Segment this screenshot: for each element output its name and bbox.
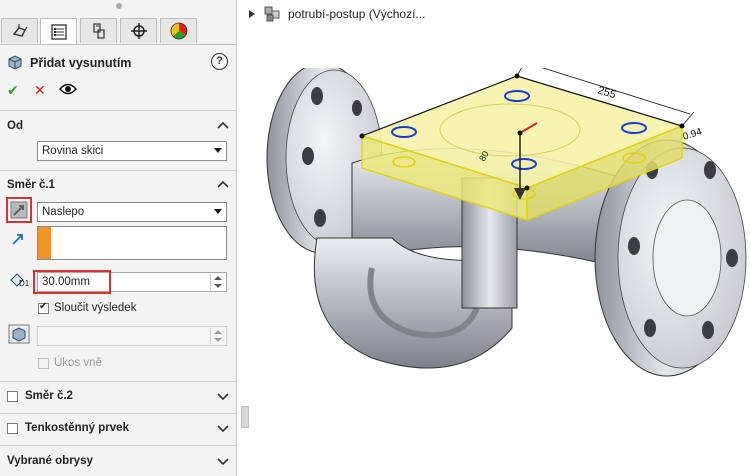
property-manager-panel: Přidat vysunutím ? ✔ ✕ Od Rovina skici S… <box>0 0 237 476</box>
section-direction2-title: Směr č.2 <box>25 390 73 402</box>
chevron-up-icon[interactable] <box>216 119 230 133</box>
direction2-checkbox[interactable] <box>7 391 18 402</box>
depth-label: D1 <box>19 279 30 288</box>
dimension-depth[interactable]: 0.94 <box>682 126 704 143</box>
part-name: potrubí-postup (Výchozí... <box>288 7 426 21</box>
separator <box>0 445 236 446</box>
draft-outward-checkbox[interactable] <box>38 358 49 369</box>
chevron-down-icon[interactable] <box>216 389 230 403</box>
ok-button[interactable]: ✔ <box>7 82 19 98</box>
separator <box>0 381 236 382</box>
reverse-direction-icon[interactable] <box>10 201 28 219</box>
property-manager-icon <box>50 23 67 40</box>
panel-tabs <box>0 18 237 45</box>
selection-color-swatch <box>38 227 51 259</box>
panel-collapse-handle[interactable] <box>241 406 249 428</box>
appearance-pie-icon <box>170 22 187 40</box>
merge-result-checkbox[interactable] <box>38 301 49 314</box>
depth-spinner[interactable] <box>210 274 225 290</box>
feature-title: Přidat vysunutím <box>30 56 132 70</box>
section-from-title: Od <box>7 120 23 132</box>
separator <box>0 170 236 171</box>
help-icon[interactable]: ? <box>211 53 228 70</box>
expand-arrow-icon[interactable] <box>246 8 258 20</box>
dropdown-arrow-icon <box>214 148 222 153</box>
direction-reference-selection-box[interactable] <box>37 226 227 260</box>
tab-dimxpert-manager[interactable] <box>120 18 157 43</box>
extrude-boss-icon <box>8 55 22 70</box>
start-condition-select[interactable]: Rovina skici <box>37 141 227 161</box>
section-selected-contours-title: Vybrané obrysy <box>7 455 93 467</box>
dropdown-arrow-icon <box>214 209 222 214</box>
draft-angle-spinner[interactable] <box>210 328 225 344</box>
feature-header: Přidat vysunutím ? <box>6 52 234 74</box>
section-from-header[interactable]: Od <box>0 117 236 137</box>
end-condition-select[interactable]: Naslepo <box>37 202 227 222</box>
section-direction2-header[interactable]: Směr č.2 <box>0 387 236 407</box>
dimension-width[interactable]: 255 <box>596 84 617 101</box>
draft-angle-input[interactable] <box>37 326 227 346</box>
section-thin-feature-title: Tenkostěnný prvek <box>25 422 129 434</box>
section-direction1-header[interactable]: Směr č.1 <box>0 176 236 196</box>
feature-tree-icon <box>12 24 27 37</box>
3d-model-viewport[interactable]: 255 80 0.94 <box>262 68 750 468</box>
start-condition-value: Rovina skici <box>42 145 104 157</box>
draft-outward-label: Úkos vně <box>54 357 102 369</box>
chevron-down-icon[interactable] <box>216 421 230 435</box>
separator <box>0 110 236 111</box>
preview-eye-icon[interactable] <box>59 82 77 96</box>
thin-feature-checkbox[interactable] <box>7 423 18 434</box>
part-icon <box>264 6 280 22</box>
direction-arrow-icon <box>12 234 23 245</box>
section-thin-feature-header[interactable]: Tenkostěnný prvek <box>0 419 236 439</box>
section-direction1-title: Směr č.1 <box>7 179 55 191</box>
draft-icon[interactable] <box>8 324 30 344</box>
tab-property-manager[interactable] <box>40 18 77 44</box>
depth-highlight <box>33 270 111 294</box>
chevron-up-icon[interactable] <box>216 178 230 192</box>
crosshair-icon <box>130 23 147 39</box>
tab-configuration-manager[interactable] <box>80 18 117 43</box>
merge-result-label: Sloučit výsledek <box>54 302 137 314</box>
section-selected-contours-header[interactable]: Vybrané obrysy <box>0 452 236 472</box>
tab-feature-manager[interactable] <box>1 18 38 43</box>
separator <box>0 413 236 414</box>
chevron-down-icon[interactable] <box>216 454 230 468</box>
tab-display-manager[interactable] <box>160 18 197 43</box>
panel-drag-handle[interactable] <box>116 3 122 9</box>
end-condition-value: Naslepo <box>42 206 85 218</box>
cancel-button[interactable]: ✕ <box>34 82 46 98</box>
configuration-manager-icon <box>92 23 105 39</box>
